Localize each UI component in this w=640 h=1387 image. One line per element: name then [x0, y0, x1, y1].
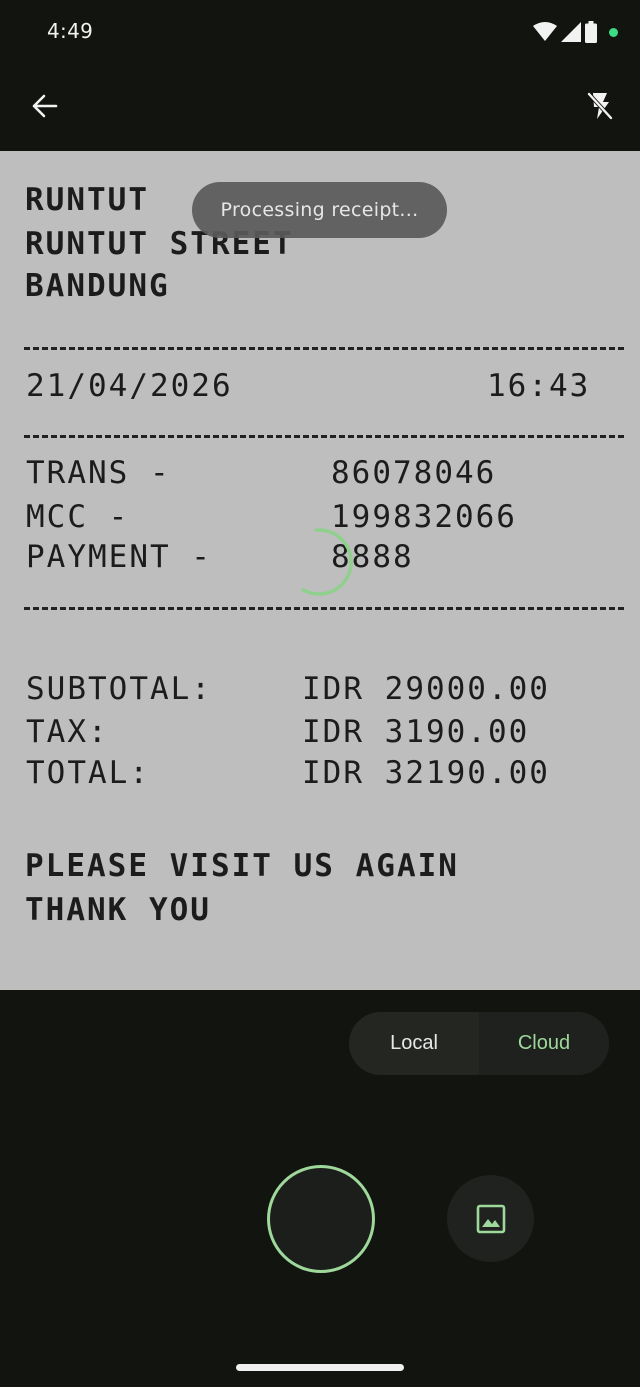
receipt-store-city: BANDUNG [25, 268, 170, 304]
receipt-mcc-label: MCC - [26, 499, 130, 535]
camera-in-use-dot [609, 27, 618, 37]
receipt-payment-label: PAYMENT - [26, 539, 212, 575]
receipt-store-name: RUNTUT [25, 182, 149, 218]
shutter-button[interactable] [267, 1165, 375, 1273]
receipt-divider [24, 347, 624, 350]
receipt-footer-line: PLEASE VISIT US AGAIN [25, 848, 459, 884]
processing-mode-switch: Local Cloud [349, 1012, 609, 1075]
receipt-mcc-value: 199832066 [331, 499, 517, 535]
mode-cloud-option[interactable]: Cloud [479, 1012, 609, 1075]
receipt-subtotal-value: IDR 29000.00 [302, 671, 550, 707]
top-app-bar [0, 62, 640, 150]
receipt-divider [24, 607, 624, 610]
status-icons [533, 20, 618, 44]
processing-toast: Processing receipt... [192, 182, 447, 238]
receipt-total-value: IDR 32190.00 [302, 755, 550, 791]
arrow-back-icon [32, 94, 58, 118]
gallery-button[interactable] [447, 1175, 534, 1262]
receipt-tax-value: IDR 3190.00 [302, 714, 530, 750]
flash-toggle-button[interactable] [578, 84, 622, 128]
receipt-date: 21/04/2026 [26, 368, 233, 404]
receipt-trans-value: 86078046 [331, 455, 497, 491]
back-button[interactable] [22, 84, 66, 128]
receipt-footer-line: THANK YOU [25, 892, 211, 928]
battery-icon [585, 21, 597, 43]
receipt-divider [24, 435, 624, 438]
wifi-icon [533, 22, 557, 41]
receipt-subtotal-label: SUBTOTAL: [26, 671, 212, 707]
loading-spinner [285, 528, 353, 596]
camera-screen: 4:49 RUNTUT RUNTUT STREET BANDUNG 21/04/… [0, 0, 640, 1387]
flash-off-icon [587, 92, 613, 120]
camera-viewfinder[interactable]: RUNTUT RUNTUT STREET BANDUNG 21/04/2026 … [0, 151, 640, 990]
signal-icon [561, 22, 581, 42]
gallery-image-icon [476, 1204, 505, 1233]
mode-local-option[interactable]: Local [349, 1012, 479, 1075]
status-time: 4:49 [47, 19, 94, 43]
home-indicator[interactable] [236, 1364, 404, 1371]
receipt-total-label: TOTAL: [26, 755, 150, 791]
receipt-trans-label: TRANS - [26, 455, 171, 491]
receipt-tax-label: TAX: [26, 714, 109, 750]
status-bar: 4:49 [0, 0, 640, 62]
receipt-time: 16:43 [487, 368, 591, 404]
